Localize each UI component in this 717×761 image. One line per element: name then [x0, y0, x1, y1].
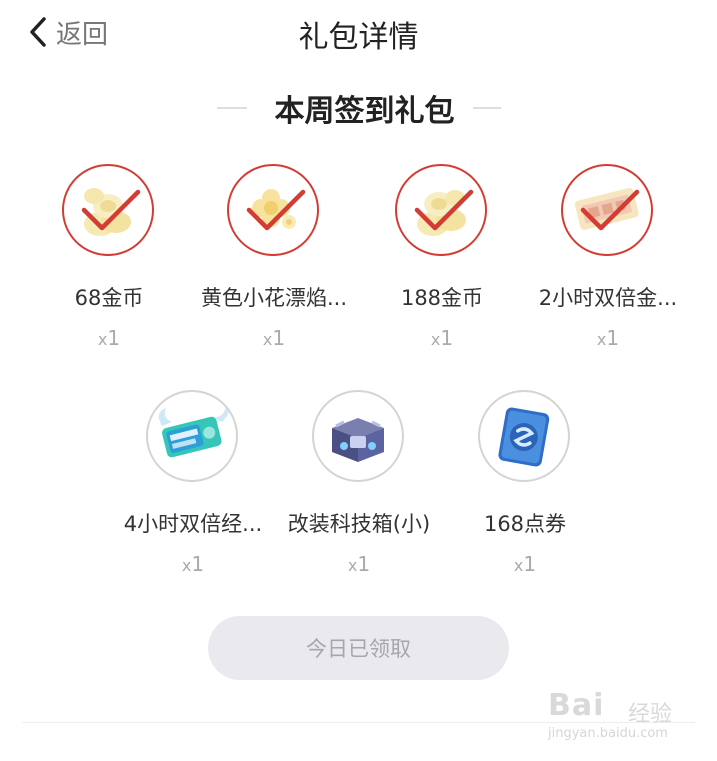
page-title: 礼包详情: [298, 20, 419, 55]
divider-left: [216, 107, 247, 109]
claimed-today-button[interactable]: 今日已领取: [208, 616, 509, 680]
tech-box-icon: [332, 418, 384, 462]
item-name: 4小时双倍经...: [123, 512, 263, 536]
check-icon: [246, 189, 306, 231]
watermark-url: jingyan.baidu.com: [548, 726, 668, 741]
coupon-icon: [498, 407, 550, 467]
item-icon-circle: [478, 390, 570, 482]
check-icon: [414, 189, 474, 231]
item-name: 68金币: [74, 286, 144, 310]
item-quantity: x1: [97, 326, 121, 350]
nav-bar: 返回 礼包详情: [0, 0, 717, 64]
watermark-sub: 经验: [628, 702, 673, 727]
watermark-logo: Bai: [548, 688, 605, 723]
item-quantity: x1: [262, 326, 286, 350]
item-icon-circle: [227, 164, 319, 256]
item-name: 黄色小花漂焰...: [200, 286, 348, 310]
item-quantity: x1: [347, 552, 371, 576]
item-name: 188金币: [400, 286, 484, 310]
item-quantity: x1: [513, 552, 537, 576]
double-exp-card-icon: [158, 404, 230, 458]
check-icon: [580, 189, 640, 231]
item-icon-circle: [561, 164, 653, 256]
item-icon-circle: [62, 164, 154, 256]
item-name: 168点券: [483, 512, 567, 536]
item-icon-circle: [395, 164, 487, 256]
item-icon-circle: [312, 390, 404, 482]
baidu-jingyan-watermark: Bai 经验 jingyan.baidu.com: [548, 688, 708, 748]
item-name: 改装科技箱(小): [287, 512, 431, 536]
check-icon: [81, 189, 141, 231]
item-quantity: x1: [596, 326, 620, 350]
section-heading: 本周签到礼包: [0, 86, 717, 130]
section-title: 本周签到礼包: [274, 94, 455, 129]
item-quantity: x1: [430, 326, 454, 350]
item-name: 2小时双倍金...: [538, 286, 678, 310]
item-icon-circle: [146, 390, 238, 482]
divider-right: [472, 107, 501, 109]
item-quantity: x1: [181, 552, 205, 576]
